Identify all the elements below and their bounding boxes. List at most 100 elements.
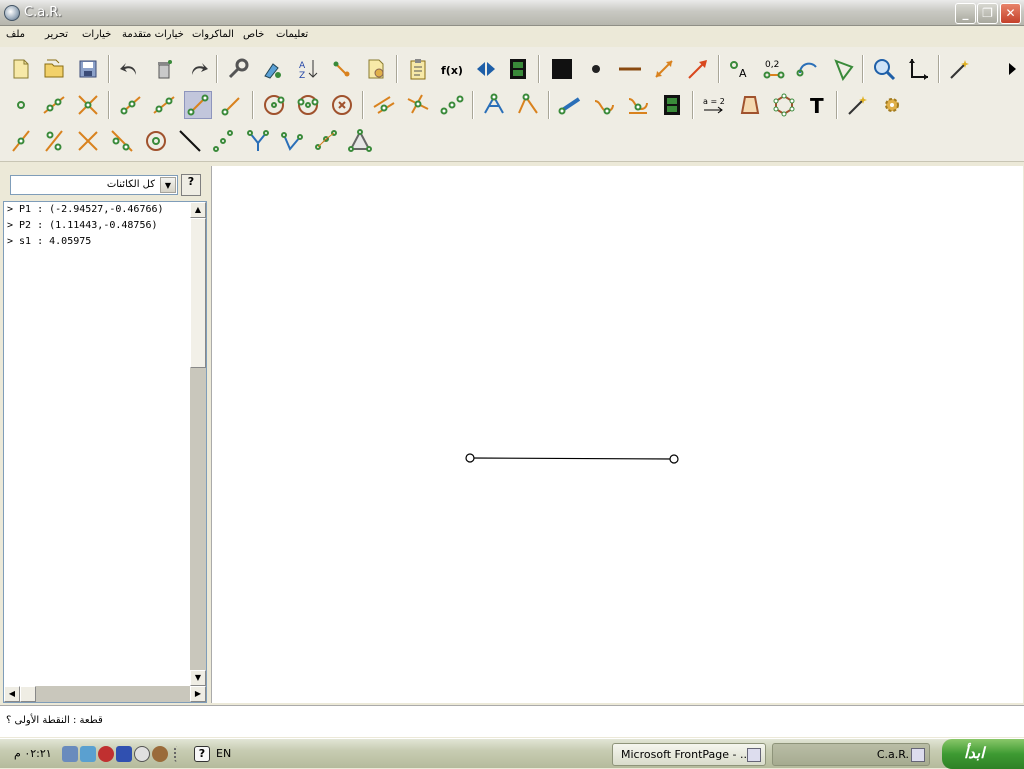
reflect-line-icon[interactable] — [108, 127, 136, 155]
point-on-line-icon[interactable] — [7, 127, 35, 155]
track-tool-icon[interactable] — [590, 91, 618, 119]
animate-icon[interactable] — [328, 55, 356, 83]
horizontal-scrollbar[interactable]: ◀ ▶ — [4, 686, 206, 702]
expression-tool-icon[interactable]: a = 2 — [700, 91, 728, 119]
toolbar-more-icon[interactable] — [998, 55, 1024, 83]
help-tray-icon[interactable]: ? — [194, 746, 210, 762]
construction-drawing[interactable] — [212, 166, 1024, 703]
macro-c-icon[interactable] — [312, 127, 340, 155]
shield-icon[interactable] — [98, 746, 114, 762]
sort-az-icon[interactable]: AZ — [294, 55, 322, 83]
delete-icon[interactable] — [150, 55, 178, 83]
move-tool-icon[interactable] — [556, 91, 584, 119]
list-item-p2[interactable]: > P2 : (1.11443,-0.48756) — [7, 220, 158, 231]
line-through-points-icon[interactable] — [150, 91, 178, 119]
angle-measure-icon[interactable] — [514, 91, 542, 119]
redo-icon[interactable] — [184, 55, 212, 83]
media-icon[interactable] — [152, 746, 168, 762]
list-item-s1[interactable]: > s1 : 4.05975 — [7, 236, 91, 247]
macro-settings-icon[interactable] — [362, 55, 390, 83]
tray-app-icon[interactable] — [80, 746, 96, 762]
undo-icon[interactable] — [116, 55, 144, 83]
animation-icon[interactable] — [658, 91, 686, 119]
vertical-scrollbar[interactable]: ▲ ▼ — [190, 202, 206, 686]
app-icon[interactable] — [4, 5, 20, 21]
taskbar-item-frontpage[interactable]: Microsoft FrontPage - ... — [612, 743, 766, 766]
cross-lines-icon[interactable] — [74, 127, 102, 155]
midpoint-tool-icon[interactable] — [438, 91, 466, 119]
minimize-button[interactable]: _ — [955, 3, 976, 24]
object-list[interactable]: > P1 : (-2.94527,-0.46766) > P2 : (1.114… — [3, 201, 207, 703]
intersection-tool-icon[interactable] — [74, 91, 102, 119]
line-style-icon[interactable] — [616, 55, 644, 83]
paint-icon[interactable] — [258, 55, 286, 83]
network-icon[interactable] — [62, 746, 78, 762]
object-filter-select[interactable]: كل الكائنات ▼ — [10, 175, 178, 195]
scroll-up-icon[interactable]: ▲ — [190, 202, 206, 218]
point-on-object-icon[interactable] — [40, 127, 68, 155]
segment-s1[interactable] — [469, 457, 675, 460]
parallel-tool-icon[interactable] — [370, 91, 398, 119]
point-p2[interactable] — [669, 454, 679, 464]
list-item-p1[interactable]: > P1 : (-2.94527,-0.46766) — [7, 204, 164, 215]
help-button[interactable]: ? — [181, 174, 201, 196]
line-tool-icon[interactable] — [40, 91, 68, 119]
polygon-icon[interactable] — [770, 91, 798, 119]
fill-color-icon[interactable] — [548, 55, 576, 83]
settings-gear-icon[interactable] — [878, 91, 906, 119]
start-button[interactable]: ابدأ — [942, 739, 1024, 769]
points-chain-icon[interactable] — [210, 127, 238, 155]
macro-a-icon[interactable] — [244, 127, 272, 155]
menu-help[interactable]: تعليمات — [276, 29, 308, 40]
wrench-icon[interactable] — [224, 55, 252, 83]
point-style-icon[interactable] — [582, 55, 610, 83]
menu-options[interactable]: خيارات — [82, 29, 111, 40]
circle-three-points-icon[interactable] — [294, 91, 322, 119]
quadrilateral-icon[interactable] — [736, 91, 764, 119]
vertical-scroll-track[interactable] — [190, 368, 206, 670]
scroll-left-icon[interactable]: ◀ — [4, 686, 20, 702]
taskbar-item-car[interactable]: C.a.R. — [772, 743, 930, 766]
magic-wand-2-icon[interactable] — [844, 91, 872, 119]
security-icon[interactable] — [116, 746, 132, 762]
new-file-icon[interactable] — [7, 55, 35, 83]
fixed-segment-tool-icon[interactable] — [218, 91, 246, 119]
clipboard-icon[interactable] — [404, 55, 432, 83]
maximize-button[interactable]: ❐ — [977, 3, 998, 24]
text-tool-icon[interactable]: T — [804, 91, 832, 119]
axes-icon[interactable] — [904, 55, 932, 83]
locus-tool-icon[interactable] — [624, 91, 652, 119]
menu-advanced-options[interactable]: خيارات متقدمة — [122, 29, 184, 40]
angle-icon[interactable] — [830, 55, 858, 83]
language-indicator[interactable]: EN — [216, 747, 231, 760]
film-icon[interactable] — [504, 55, 532, 83]
perpendicular-tool-icon[interactable] — [404, 91, 432, 119]
angle-bisector-icon[interactable] — [480, 91, 508, 119]
arc-icon[interactable] — [794, 55, 822, 83]
function-icon[interactable]: f(x) — [438, 55, 466, 83]
menu-special[interactable]: خاص — [243, 29, 264, 40]
zoom-icon[interactable] — [870, 55, 898, 83]
label-point-icon[interactable]: A — [726, 55, 754, 83]
circle-point-icon[interactable] — [142, 127, 170, 155]
fixed-circle-tool-icon[interactable] — [328, 91, 356, 119]
tray-clock[interactable]: ٠٢:٢١ م — [14, 747, 52, 760]
save-icon[interactable] — [74, 55, 102, 83]
vertical-scroll-thumb[interactable] — [190, 218, 206, 368]
point-p1[interactable] — [465, 453, 475, 463]
segment-arrows-icon[interactable] — [650, 55, 678, 83]
decimals-icon[interactable]: 0,2 — [760, 55, 788, 83]
flip-icon[interactable] — [472, 55, 500, 83]
vector-icon[interactable] — [684, 55, 712, 83]
triangle-tool-icon[interactable] — [346, 127, 374, 155]
tray-overflow-icon[interactable] — [174, 746, 190, 762]
open-folder-icon[interactable] — [40, 55, 68, 83]
globe-icon[interactable] — [134, 746, 150, 762]
close-button[interactable]: ✕ — [1000, 3, 1021, 24]
scroll-down-icon[interactable]: ▼ — [190, 670, 206, 686]
ray-tool-icon[interactable] — [116, 91, 144, 119]
macro-b-icon[interactable] — [278, 127, 306, 155]
chevron-down-icon[interactable]: ▼ — [160, 177, 176, 193]
magic-wand-icon[interactable] — [946, 55, 974, 83]
point-tool-icon[interactable] — [7, 91, 35, 119]
